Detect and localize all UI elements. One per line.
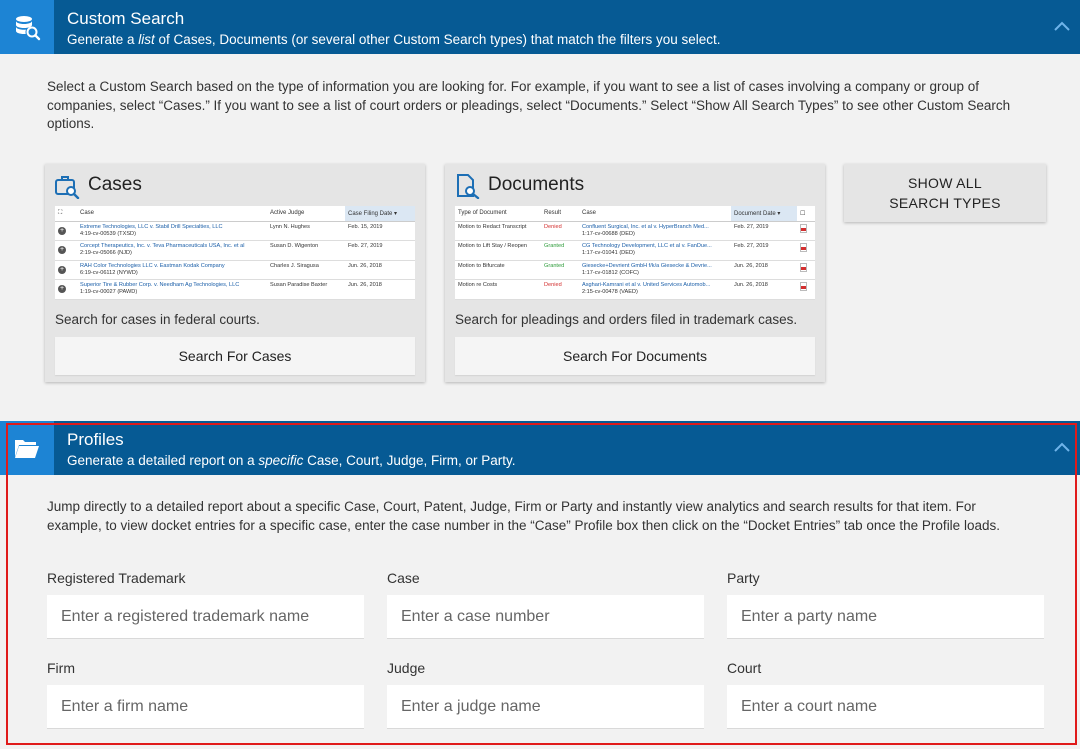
briefcase-search-icon <box>55 176 80 199</box>
doc-result: Denied <box>541 221 579 241</box>
doc-type: Motion to Bifurcate <box>455 260 541 280</box>
table-row: Motion to Redact Transcript Denied Confl… <box>455 221 815 241</box>
pdf-icon <box>800 262 807 272</box>
doc-result: Granted <box>541 260 579 280</box>
party-label: Party <box>727 570 760 586</box>
preview-header: Type of Document <box>455 206 541 222</box>
date-cell: Jun. 26, 2018 <box>345 279 415 300</box>
table-row: + Extreme Technologies, LLC v. Stabil Dr… <box>55 221 415 241</box>
show-all-search-types-button[interactable]: SHOW ALL SEARCH TYPES <box>844 164 1046 222</box>
document-search-icon <box>457 174 480 199</box>
profiles-header[interactable]: Profiles Generate a detailed report on a… <box>0 421 1080 475</box>
documents-card-title: Documents <box>488 174 585 195</box>
date-cell: Feb. 15, 2019 <box>345 221 415 241</box>
date-cell: Jun. 26, 2018 <box>345 260 415 280</box>
cases-card-description: Search for cases in federal courts. <box>55 312 260 327</box>
case-link: RAH Color Technologies LLC v. Eastman Ko… <box>80 262 225 269</box>
table-row: + Superior Tire & Rubber Corp. v. Needha… <box>55 279 415 300</box>
judge-label: Judge <box>387 660 426 676</box>
doc-type: Motion re Costs <box>455 279 541 300</box>
court-label: Court <box>727 660 762 676</box>
judge-cell: Lynn N. Hughes <box>267 221 345 241</box>
plus-circle-icon: + <box>58 265 66 274</box>
judge-cell: Susan Paradise Baxter <box>267 279 345 300</box>
database-search-icon <box>0 0 54 54</box>
doc-result: Granted <box>541 240 579 261</box>
documents-card: Documents Type of Document Result Case D… <box>445 164 825 382</box>
doc-case-number: 1:17-cv-01041 (DED) <box>582 250 635 256</box>
doc-date: Feb. 27, 2019 <box>731 221 797 241</box>
judge-cell: Charles J. Siragusa <box>267 260 345 280</box>
preview-header: Result <box>541 206 579 222</box>
preview-header: Document Date ▾ <box>731 206 797 222</box>
cases-card-title: Cases <box>88 174 142 195</box>
case-link: Superior Tire & Rubber Corp. v. Needham … <box>80 282 240 288</box>
trademark-label: Registered Trademark <box>47 570 186 586</box>
preview-header: Case <box>579 206 731 222</box>
trademark-input[interactable] <box>47 595 364 639</box>
chevron-up-icon[interactable] <box>1052 437 1072 457</box>
table-row: + Corcept Therapeutics, Inc. v. Teva Pha… <box>55 240 415 261</box>
preview-header: Active Judge <box>267 206 345 222</box>
table-row: + RAH Color Technologies LLC v. Eastman … <box>55 260 415 280</box>
table-row: Motion to Bifurcate Granted Giesecke+Dev… <box>455 260 815 280</box>
case-label: Case <box>387 570 420 586</box>
documents-card-description: Search for pleadings and orders filed in… <box>455 312 798 327</box>
expand-all-icon: ⛶ <box>55 206 77 222</box>
date-cell: Feb. 27, 2019 <box>345 240 415 261</box>
preview-header: Case Filing Date ▾ <box>345 206 415 222</box>
case-number: 1:19-cv-00027 (PAWD) <box>80 289 138 295</box>
doc-date: Jun. 26, 2018 <box>731 260 797 280</box>
case-number: 6:19-cv-06112 (NYWD) <box>80 269 138 276</box>
doc-case-link: Giesecke+Devrient GmbH f/k/a Giesecke & … <box>582 262 712 269</box>
case-link: Corcept Therapeutics, Inc. v. Teva Pharm… <box>80 243 245 249</box>
doc-case-link: CG Technology Development, LLC et al v. … <box>582 243 712 249</box>
plus-circle-icon: + <box>58 226 66 235</box>
pdf-icon <box>800 223 807 233</box>
table-row: Motion re Costs Denied Asghari-Kamrani e… <box>455 279 815 300</box>
case-input[interactable] <box>387 595 704 639</box>
cases-card: Cases ⛶ Case Active Judge Case Filing Da… <box>45 164 425 382</box>
profiles-intro: Jump directly to a detailed report about… <box>47 499 1000 533</box>
custom-search-header[interactable]: Custom Search Generate a list of Cases, … <box>0 0 1080 54</box>
custom-search-intro: Select a Custom Search based on the type… <box>47 79 1011 131</box>
judge-input[interactable] <box>387 685 704 729</box>
search-for-cases-button[interactable]: Search For Cases <box>55 337 415 375</box>
doc-type: Motion to Lift Stay / Reopen <box>455 240 541 261</box>
plus-circle-icon: + <box>58 246 66 254</box>
case-link: Extreme Technologies, LLC v. Stabil Dril… <box>80 223 223 230</box>
pdf-icon <box>800 282 807 291</box>
case-number: 2:19-cv-05066 (NJD) <box>80 250 132 256</box>
search-for-documents-button[interactable]: Search For Documents <box>455 337 815 375</box>
doc-date: Jun. 26, 2018 <box>731 279 797 300</box>
plus-circle-icon: + <box>58 285 66 293</box>
chevron-up-icon[interactable] <box>1052 16 1072 36</box>
custom-search-subtitle: Generate a list of Cases, Documents (or … <box>67 32 721 47</box>
doc-case-number: 1:17-cv-01812 (COFC) <box>582 269 639 276</box>
doc-date: Feb. 27, 2019 <box>731 240 797 261</box>
profiles-subtitle: Generate a detailed report on a specific… <box>67 453 516 468</box>
cases-preview-table: ⛶ Case Active Judge Case Filing Date ▾ +… <box>55 206 415 300</box>
doc-case-number: 2:15-cv-00478 (VAED) <box>582 289 638 295</box>
court-input[interactable] <box>727 685 1044 729</box>
documents-preview-table: Type of Document Result Case Document Da… <box>455 206 815 300</box>
preview-header: Case <box>77 206 267 222</box>
case-number: 4:19-cv-00539 (TXSD) <box>80 230 136 237</box>
doc-case-number: 1:17-cv-00688 (DED) <box>582 230 635 237</box>
judge-cell: Susan D. Wigenton <box>267 240 345 261</box>
profiles-title: Profiles <box>67 430 124 449</box>
checkbox-icon: ☐ <box>797 206 815 222</box>
doc-type: Motion to Redact Transcript <box>455 221 541 241</box>
custom-search-title: Custom Search <box>67 9 185 28</box>
folder-open-icon <box>0 421 54 475</box>
doc-case-link: Asghari-Kamrani et al v. United Services… <box>582 282 711 288</box>
doc-case-link: Confluent Surgical, Inc. et al v. HyperB… <box>582 223 709 230</box>
pdf-icon <box>800 243 807 252</box>
firm-input[interactable] <box>47 685 364 729</box>
table-row: Motion to Lift Stay / Reopen Granted CG … <box>455 240 815 261</box>
party-input[interactable] <box>727 595 1044 639</box>
doc-result: Denied <box>541 279 579 300</box>
firm-label: Firm <box>47 660 75 676</box>
